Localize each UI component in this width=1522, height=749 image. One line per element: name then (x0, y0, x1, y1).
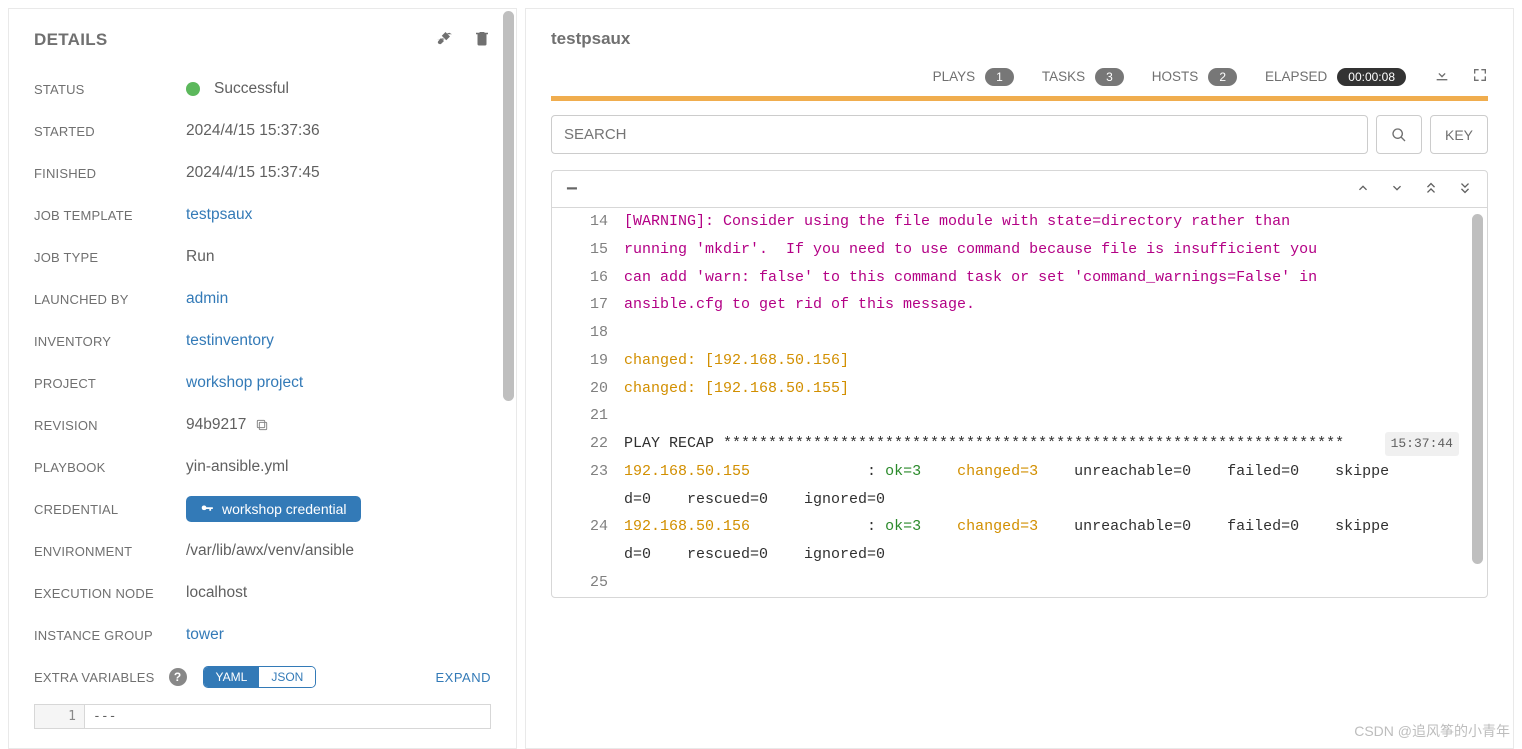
output-scrollbar[interactable] (1472, 214, 1483, 564)
output-line: can add 'warn: false' to this command ta… (624, 264, 1487, 292)
execnode-label: EXECUTION NODE (34, 586, 186, 601)
finished-label: FINISHED (34, 166, 186, 181)
vars-content: --- (85, 705, 124, 728)
hosts-badge: 2 (1208, 68, 1237, 86)
output-line: changed: [192.168.50.155] (624, 375, 1487, 403)
vars-line-num: 1 (35, 705, 85, 728)
environment-label: ENVIRONMENT (34, 544, 186, 559)
credential-badge[interactable]: workshop credential (186, 496, 361, 522)
elapsed-stat: ELAPSED00:00:08 (1265, 68, 1406, 86)
relaunch-icon[interactable] (435, 29, 453, 50)
output-line: 192.168.50.155 : ok=3 changed=3 unreacha… (624, 458, 1487, 514)
left-scrollbar[interactable] (503, 11, 514, 401)
extravars-label: EXTRA VARIABLES (34, 670, 155, 685)
output-line: 192.168.50.156 : ok=3 changed=3 unreacha… (624, 513, 1487, 569)
collapse-icon[interactable]: − (566, 179, 578, 199)
launchedby-link[interactable]: admin (186, 290, 228, 308)
output-line (624, 319, 1487, 347)
output-box: − 14[WARNING]: Consider using the file m… (551, 170, 1488, 598)
hosts-stat: HOSTS2 (1152, 68, 1237, 86)
output-body[interactable]: 14[WARNING]: Consider using the file mod… (552, 208, 1487, 597)
details-title: DETAILS (34, 30, 108, 50)
output-line (624, 569, 1487, 597)
inventory-link[interactable]: testinventory (186, 332, 274, 350)
search-button[interactable] (1376, 115, 1422, 154)
job-title: testpsaux (551, 29, 1488, 49)
launchedby-label: LAUNCHED BY (34, 292, 186, 307)
status-value: Successful (186, 80, 289, 98)
jobtype-label: JOB TYPE (34, 250, 186, 265)
inventory-label: INVENTORY (34, 334, 186, 349)
download-icon[interactable] (1434, 67, 1450, 86)
expand-button[interactable]: EXPAND (436, 670, 492, 685)
copy-icon[interactable] (254, 416, 270, 434)
key-button[interactable]: KEY (1430, 115, 1488, 154)
template-link[interactable]: testpsaux (186, 206, 252, 224)
delete-icon[interactable] (473, 29, 491, 50)
started-value: 2024/4/15 15:37:36 (186, 122, 320, 140)
expand-output-icon[interactable] (1472, 67, 1488, 86)
started-label: STARTED (34, 124, 186, 139)
output-line (624, 402, 1487, 430)
playbook-label: PLAYBOOK (34, 460, 186, 475)
status-bar (551, 96, 1488, 101)
output-line: running 'mkdir'. If you need to use comm… (624, 236, 1487, 264)
chevron-down-icon[interactable] (1389, 180, 1405, 199)
instancegroup-link[interactable]: tower (186, 626, 224, 644)
status-dot-icon (186, 82, 200, 96)
plays-stat: PLAYS1 (933, 68, 1014, 86)
output-line: PLAY RECAP *****************************… (624, 430, 1487, 458)
status-label: STATUS (34, 82, 186, 97)
timestamp-badge: 15:37:44 (1385, 432, 1459, 456)
credential-label: CREDENTIAL (34, 502, 186, 517)
extra-vars-editor[interactable]: 1 --- (34, 704, 491, 729)
tasks-badge: 3 (1095, 68, 1124, 86)
jobtype-value: Run (186, 248, 214, 266)
instancegroup-label: INSTANCE GROUP (34, 628, 186, 643)
help-icon[interactable]: ? (169, 668, 187, 686)
playbook-value: yin-ansible.yml (186, 458, 289, 476)
tasks-stat: TASKS3 (1042, 68, 1124, 86)
output-line: changed: [192.168.50.156] (624, 347, 1487, 375)
output-panel: testpsaux PLAYS1 TASKS3 HOSTS2 ELAPSED00… (525, 8, 1514, 749)
template-label: JOB TEMPLATE (34, 208, 186, 223)
revision-label: REVISION (34, 418, 186, 433)
plays-badge: 1 (985, 68, 1014, 86)
yaml-button[interactable]: YAML (204, 667, 260, 687)
search-input[interactable] (551, 115, 1368, 154)
format-toggle: YAML JSON (203, 666, 317, 688)
json-button[interactable]: JSON (259, 667, 315, 687)
finished-value: 2024/4/15 15:37:45 (186, 164, 320, 182)
execnode-value: localhost (186, 584, 247, 602)
environment-value: /var/lib/awx/venv/ansible (186, 542, 354, 560)
elapsed-badge: 00:00:08 (1337, 68, 1406, 86)
key-icon (200, 502, 214, 516)
project-label: PROJECT (34, 376, 186, 391)
project-link[interactable]: workshop project (186, 374, 303, 392)
double-chevron-up-icon[interactable] (1423, 180, 1439, 199)
watermark: CSDN @追风筝的小青年 (1354, 721, 1510, 741)
output-line: ansible.cfg to get rid of this message. (624, 291, 1487, 319)
revision-value: 94b9217 (186, 416, 270, 434)
double-chevron-down-icon[interactable] (1457, 180, 1473, 199)
output-line: [WARNING]: Consider using the file modul… (624, 208, 1487, 236)
chevron-up-icon[interactable] (1355, 180, 1371, 199)
details-panel: DETAILS STATUSSuccessful STARTED2024/4/1… (8, 8, 517, 749)
